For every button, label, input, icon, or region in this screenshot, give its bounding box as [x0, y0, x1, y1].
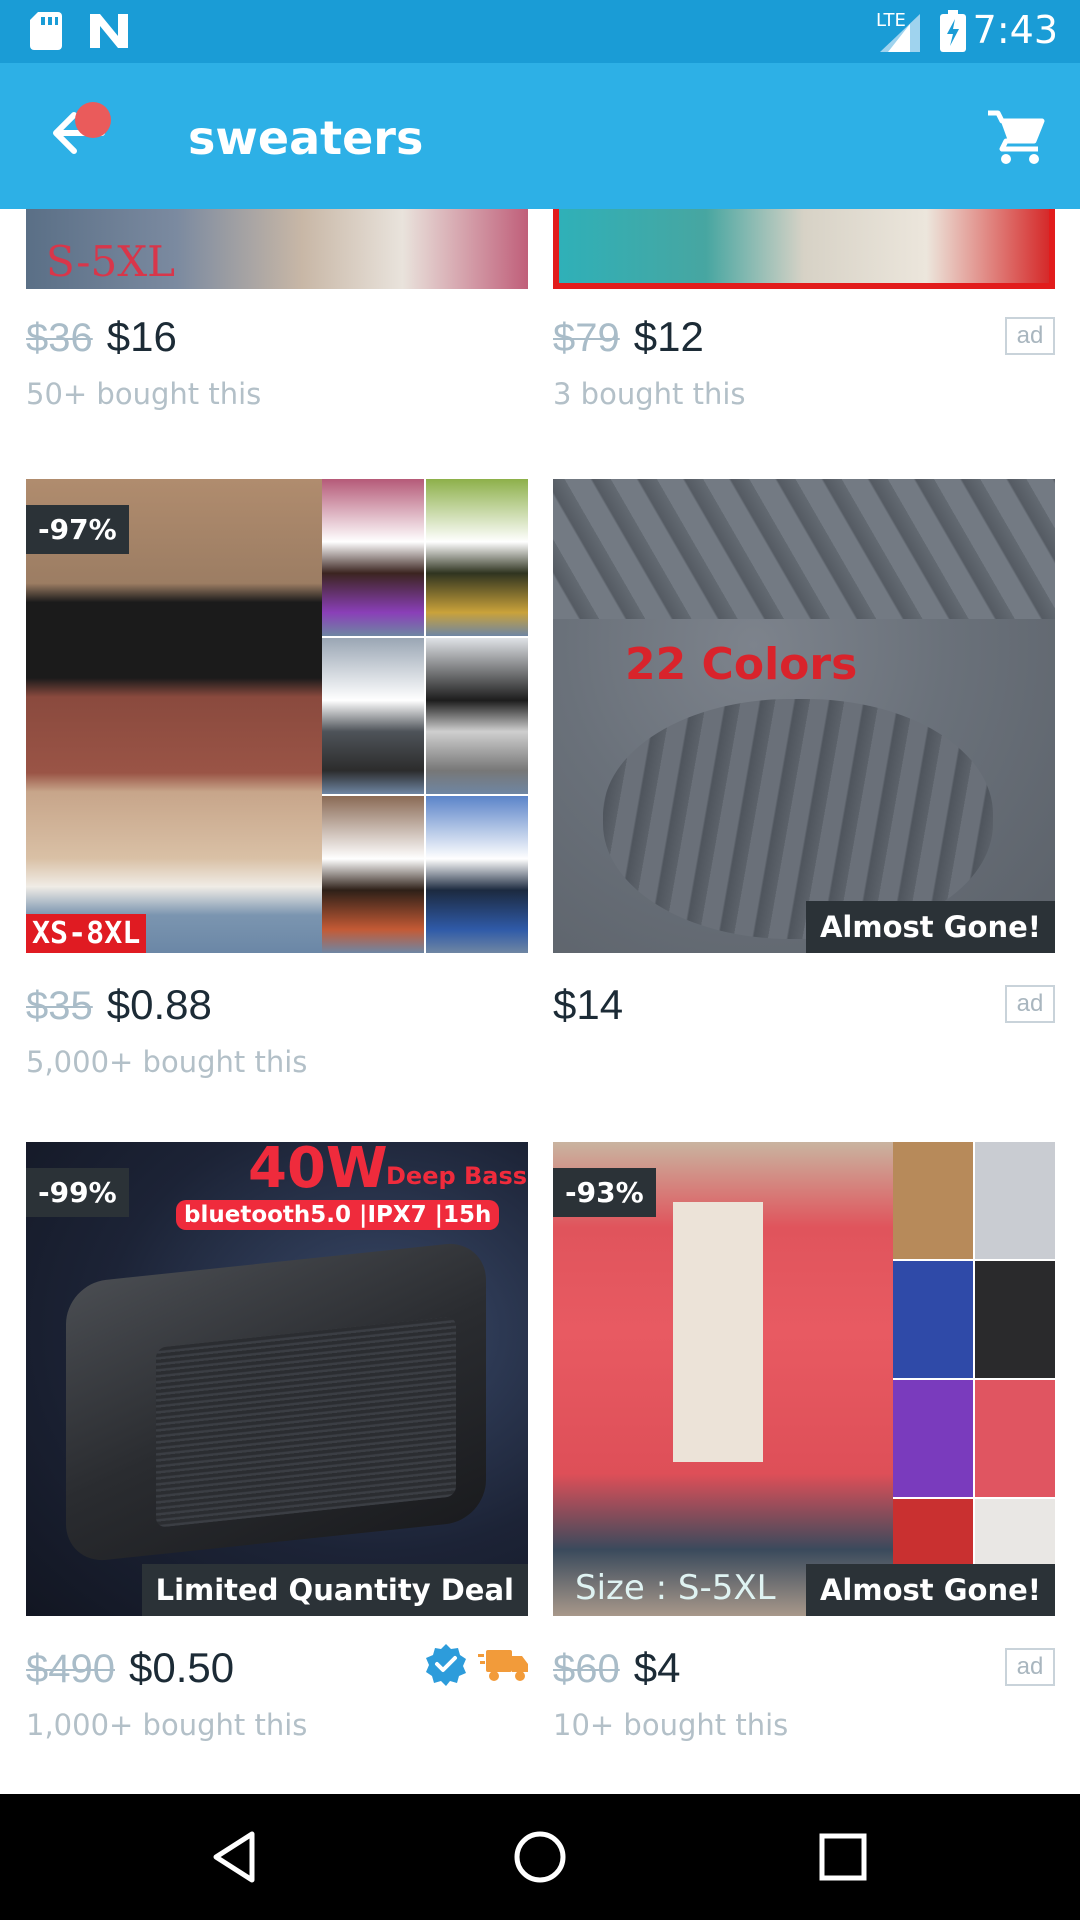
shirt-center: [673, 1202, 763, 1462]
product-grid[interactable]: S-5XL $36 $16 50+ bought this $79 $12 ad 3…: [0, 209, 1080, 1794]
discount-badge: -93%: [553, 1168, 656, 1217]
signal-icon: [880, 14, 920, 52]
nav-back-button[interactable]: [204, 1824, 270, 1890]
ad-badge: ad: [1005, 1648, 1055, 1686]
cart-button[interactable]: [986, 107, 1046, 167]
verified-check-icon: [426, 1644, 466, 1686]
discount-badge: -99%: [26, 1168, 129, 1217]
system-nav-bar: [0, 1794, 1080, 1920]
image-overlay-text-bass: Deep Bass: [386, 1162, 528, 1190]
price-row: $14: [553, 981, 1055, 1037]
sale-price: $0.88: [106, 981, 212, 1028]
nav-recents-icon: [819, 1833, 867, 1881]
nav-back-icon: [213, 1831, 255, 1883]
price-row: $36 $16: [26, 313, 528, 369]
image-overlay-text-specs: bluetooth5.0 |IPX7 |15h: [176, 1200, 500, 1230]
speaker-grille: [156, 1316, 456, 1528]
battery-charging-icon: [940, 10, 966, 52]
price-row: $79 $12: [553, 313, 1055, 369]
bought-count: 50+ bought this: [26, 377, 262, 411]
knit-blanket: [553, 479, 1055, 619]
sale-price: $0.50: [128, 1644, 235, 1691]
product-image[interactable]: 40W Deep Bass bluetooth5.0 |IPX7 |15h -9…: [26, 1142, 528, 1616]
deal-banner: Limited Quantity Deal: [141, 1564, 528, 1616]
image-overlay-text: 22 Colors: [625, 639, 858, 690]
sale-price: $12: [633, 313, 704, 360]
image-overlay-text: S-5XL: [46, 237, 176, 286]
notification-dot: [75, 102, 111, 138]
product-image[interactable]: 22 Colors Almost Gone!: [553, 479, 1055, 953]
ad-badge: ad: [1005, 985, 1055, 1023]
product-card[interactable]: $79 $12 ad 3 bought this: [553, 209, 1055, 411]
discount-badge: -97%: [26, 505, 129, 554]
product-card[interactable]: 40W Deep Bass bluetooth5.0 |IPX7 |15h -9…: [26, 1142, 528, 1742]
nav-recents-button[interactable]: [810, 1824, 876, 1890]
color-variants-grid: [893, 1142, 1055, 1616]
deal-banner: Almost Gone!: [805, 901, 1055, 953]
image-overlay-text-power: 40W: [248, 1142, 388, 1201]
app-bar: sweaters: [0, 63, 1080, 209]
original-price: $35: [26, 984, 93, 1028]
clock: 7:43: [972, 8, 1058, 52]
nav-home-button[interactable]: [507, 1824, 573, 1890]
cart-icon: [988, 110, 1045, 164]
original-price: $79: [553, 316, 620, 360]
fast-shipping-truck-icon: [478, 1650, 528, 1681]
price-row: $35 $0.88: [26, 981, 528, 1037]
color-variants-grid: [322, 479, 528, 953]
product-image[interactable]: [553, 209, 1055, 289]
page-title: sweaters: [188, 111, 424, 165]
sale-price: $16: [106, 313, 177, 360]
product-card[interactable]: 22 Colors Almost Gone! $14 ad: [553, 479, 1055, 1079]
product-card[interactable]: -97% XS-8XL $35 $0.88 5,000+ bought this: [26, 479, 528, 1079]
price-row: $60 $4: [553, 1644, 1055, 1700]
original-price: $490: [26, 1647, 115, 1691]
sd-card-icon: [30, 12, 62, 50]
original-price: $36: [26, 316, 93, 360]
image-overlay-text: Size : S-5XL: [575, 1568, 776, 1608]
bought-count: 1,000+ bought this: [26, 1708, 308, 1742]
bought-count: 10+ bought this: [553, 1708, 789, 1742]
status-bar: LTE 7:43: [0, 0, 1080, 63]
sale-price: $4: [633, 1644, 681, 1691]
deal-banner: Almost Gone!: [805, 1564, 1055, 1616]
product-card[interactable]: S-5XL $36 $16 50+ bought this: [26, 209, 528, 411]
product-image[interactable]: S-5XL: [26, 209, 528, 289]
product-card[interactable]: -93% Size : S-5XL Almost Gone! $60 $4 ad …: [553, 1142, 1055, 1742]
bought-count: 3 bought this: [553, 377, 746, 411]
bought-count: 5,000+ bought this: [26, 1045, 308, 1079]
sale-price: $14: [553, 981, 624, 1028]
ad-badge: ad: [1005, 317, 1055, 355]
nav-home-icon: [514, 1831, 566, 1883]
image-overlay-text: XS-8XL: [26, 914, 147, 953]
product-image[interactable]: -93% Size : S-5XL Almost Gone!: [553, 1142, 1055, 1616]
n-app-icon: [90, 14, 128, 48]
product-image[interactable]: -97% XS-8XL: [26, 479, 528, 953]
original-price: $60: [553, 1647, 620, 1691]
